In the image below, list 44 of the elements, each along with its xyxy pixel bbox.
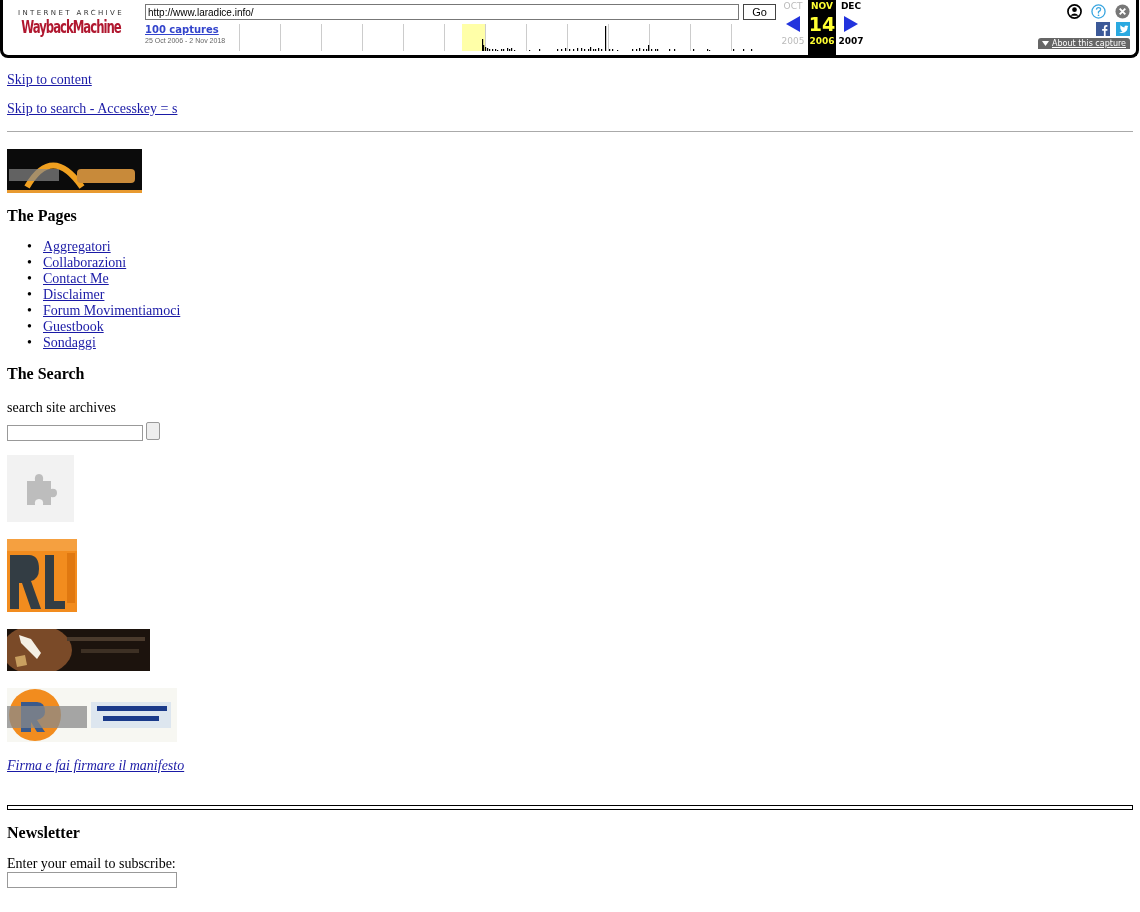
url-field[interactable]: http://www.laradice.info/ (145, 4, 739, 20)
caret-icon (1042, 41, 1050, 46)
bullet: • (27, 335, 33, 351)
bullet: • (27, 255, 33, 271)
bullet: • (27, 239, 33, 255)
year-label: 2007 (838, 35, 864, 48)
month-label[interactable]: NOV (811, 0, 833, 13)
page-link[interactable]: Contact Me (43, 271, 109, 286)
search-button[interactable] (146, 422, 160, 440)
previous-arrow-icon[interactable] (786, 16, 800, 32)
page-link[interactable]: Guestbook (43, 319, 104, 334)
skip-link[interactable]: Skip to search - Accesskey = s (7, 101, 178, 116)
section-heading: The Search (7, 365, 86, 383)
bullet: • (27, 303, 33, 319)
year-label: 2005 (781, 35, 805, 48)
search-field[interactable] (7, 425, 143, 441)
manifesto-link[interactable]: Firma e fai firmare il manifesto (7, 758, 185, 773)
bullet: • (27, 287, 33, 303)
page-link[interactable]: Aggregatori (43, 239, 111, 254)
twitter-icon[interactable] (1116, 22, 1130, 36)
skip-link[interactable]: Skip to content (7, 72, 92, 87)
section-heading: The Pages (7, 207, 78, 225)
close-icon[interactable] (1115, 4, 1130, 19)
bullet: • (27, 319, 33, 335)
page-link[interactable]: Collaborazioni (43, 255, 127, 270)
year-label: 2006 (809, 35, 835, 48)
label-text: Enter your email to subscribe: (7, 856, 177, 872)
page-link[interactable]: Disclaimer (43, 287, 105, 302)
captures-link[interactable]: 100 captures (145, 24, 239, 35)
go-button[interactable]: Go (743, 4, 776, 20)
day-label: 14 (808, 13, 836, 35)
month-label: OCT (783, 0, 803, 13)
email-field[interactable] (7, 872, 177, 888)
about-capture-button[interactable]: About this capture (1038, 38, 1130, 49)
bullet: • (27, 271, 33, 287)
page-link[interactable]: Sondaggi (43, 335, 96, 350)
next-arrow-icon[interactable] (844, 16, 858, 32)
label-text: search site archives (7, 400, 117, 416)
user-icon[interactable] (1067, 4, 1082, 19)
wayback-logo[interactable]: WaybackMachine (21, 17, 121, 38)
page-link[interactable]: Forum Movimentiamoci (43, 303, 181, 318)
month-label[interactable]: DEC (840, 0, 862, 13)
facebook-icon[interactable] (1096, 22, 1110, 36)
section-heading: Newsletter (7, 824, 81, 842)
